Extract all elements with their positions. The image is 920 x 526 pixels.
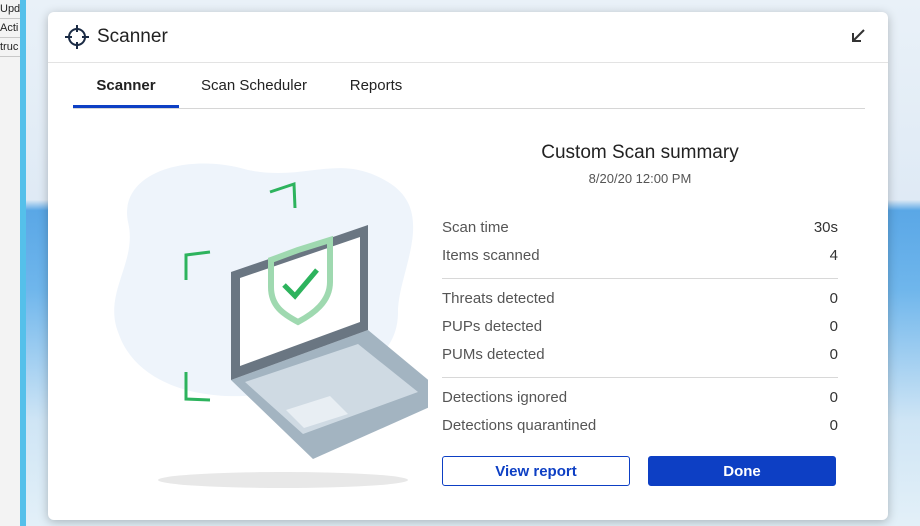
stat-row-pums-detected: PUMs detected 0 — [442, 342, 838, 370]
view-report-button[interactable]: View report — [442, 456, 630, 486]
scanner-window: Scanner Scanner Scan Scheduler Reports C… — [48, 12, 888, 520]
stat-label: PUPs detected — [442, 318, 543, 335]
stat-value: 4 — [829, 247, 838, 264]
stat-label: PUMs detected — [442, 346, 545, 363]
tab-scan-scheduler[interactable]: Scan Scheduler — [195, 74, 313, 105]
stat-label: Threats detected — [442, 290, 555, 307]
stat-row-detections-ignored: Detections ignored 0 — [442, 385, 838, 413]
summary-date: 8/20/20 12:00 PM — [588, 171, 692, 186]
stat-row-scan-time: Scan time 30s — [442, 215, 838, 243]
done-button[interactable]: Done — [648, 456, 836, 486]
stat-label: Scan time — [442, 219, 509, 236]
arrow-down-left-icon[interactable] — [848, 26, 868, 46]
tab-reports[interactable]: Reports — [341, 74, 411, 105]
crosshair-icon — [65, 25, 89, 49]
stat-value: 30s — [813, 219, 838, 236]
stat-row-pups-detected: PUPs detected 0 — [442, 314, 838, 342]
background-text-line: Acti — [0, 19, 20, 38]
window-title: Scanner — [97, 26, 168, 47]
stat-value: 0 — [829, 389, 838, 406]
background-text: Upd — [0, 3, 20, 15]
stat-value: 0 — [829, 318, 838, 335]
title-bar: Scanner — [48, 12, 888, 63]
tab-scanner[interactable]: Scanner — [73, 74, 179, 108]
stat-row-detections-quarantined: Detections quarantined 0 — [442, 413, 838, 441]
background-edge — [20, 0, 26, 526]
background-window-strip: Upd Acti truc — [0, 0, 22, 526]
stat-row-items-scanned: Items scanned 4 — [442, 243, 838, 271]
background-text-line: truc — [0, 38, 20, 57]
stat-value: 0 — [829, 417, 838, 434]
divider — [442, 377, 838, 378]
background-text-line: Upd — [0, 0, 20, 19]
background-text: Acti — [0, 22, 19, 34]
summary-stats: Scan time 30s Items scanned 4 Threats de… — [442, 215, 838, 441]
summary-title: Custom Scan summary — [541, 142, 739, 163]
stat-value: 0 — [829, 290, 838, 307]
background-text: truc — [0, 41, 19, 53]
stat-row-threats-detected: Threats detected 0 — [442, 286, 838, 314]
tab-bar: Scanner Scan Scheduler Reports — [73, 74, 865, 109]
stat-label: Items scanned — [442, 247, 540, 264]
divider — [442, 278, 838, 279]
stat-label: Detections quarantined — [442, 417, 597, 434]
stat-label: Detections ignored — [442, 389, 568, 406]
scan-summary-panel: Custom Scan summary 8/20/20 12:00 PM Sca… — [442, 142, 838, 486]
laptop-shield-illustration — [114, 163, 428, 488]
stat-value: 0 — [829, 346, 838, 363]
